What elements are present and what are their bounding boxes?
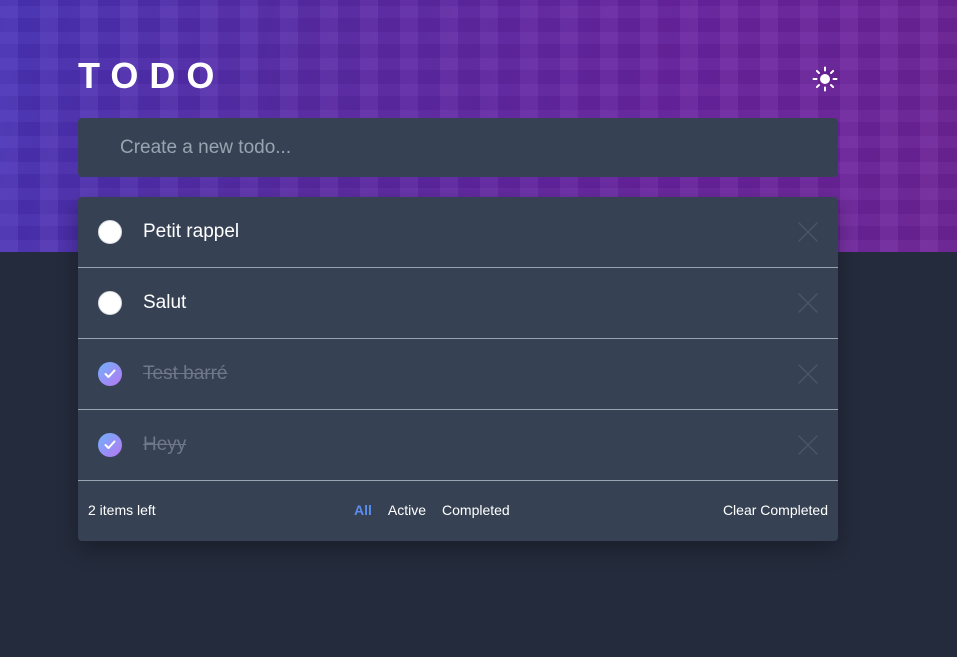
sun-icon [812,66,838,92]
new-todo-container [78,118,838,177]
app-title: TODO [78,55,226,96]
filter-all[interactable]: All [354,502,372,518]
theme-toggle-button[interactable] [810,64,840,94]
clear-completed-button[interactable]: Clear Completed [723,502,828,518]
checkmark-icon [104,440,116,449]
delete-todo-button[interactable] [798,222,818,242]
todo-text: Test barré [143,363,228,384]
checkmark-icon [104,369,116,378]
delete-todo-button[interactable] [798,364,818,384]
todo-item[interactable]: Heyy [78,410,838,481]
todo-item[interactable]: Salut [78,268,838,339]
items-left-count: 2 items left [88,502,156,518]
filter-active[interactable]: Active [388,502,426,518]
close-icon [798,435,818,455]
todo-item[interactable]: Test barré [78,339,838,410]
todo-checkbox[interactable] [98,220,122,244]
filter-completed[interactable]: Completed [442,502,510,518]
todo-checkbox[interactable] [98,291,122,315]
close-icon [798,293,818,313]
todo-text: Petit rappel [143,221,240,242]
close-icon [798,364,818,384]
todo-text: Salut [143,292,187,313]
todo-footer: 2 items left All Active Completed Clear … [78,481,838,541]
delete-todo-button[interactable] [798,293,818,313]
todo-checkbox[interactable] [98,362,122,386]
filter-group: All Active Completed [354,502,510,518]
close-icon [798,222,818,242]
new-todo-input[interactable] [118,135,838,160]
delete-todo-button[interactable] [798,435,818,455]
todo-item[interactable]: Petit rappel [78,197,838,268]
todo-list: Petit rappel Salut Test barré Heyy 2 items … [78,197,838,541]
todo-text: Heyy [143,434,187,455]
todo-checkbox[interactable] [98,433,122,457]
